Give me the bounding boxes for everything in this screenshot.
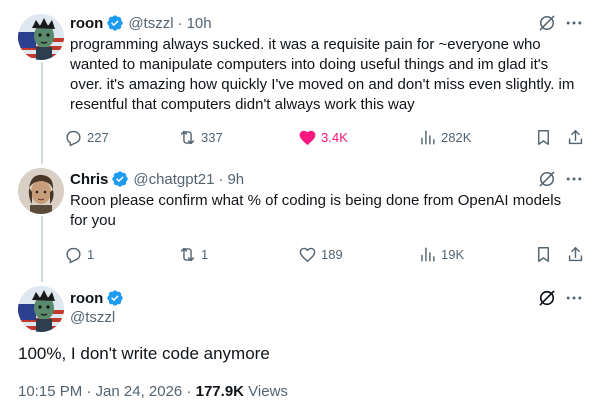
more-icon[interactable]	[564, 288, 584, 308]
tweet-timestamp[interactable]: 10h	[187, 15, 212, 32]
grok-icon[interactable]	[537, 13, 557, 33]
separator-dot: ·	[218, 170, 224, 188]
user-handle[interactable]: @tszzl	[70, 308, 124, 328]
reply-button[interactable]: 227	[64, 126, 109, 148]
share-button[interactable]	[566, 126, 589, 148]
tweet-header: Chris @chatgpt21 · 9h	[70, 169, 244, 189]
tweet-header: roon @tszzl · 10h	[70, 13, 212, 33]
views-icon	[421, 246, 435, 262]
user-handle[interactable]: @tszzl	[128, 15, 173, 32]
reply-button[interactable]: 1	[64, 243, 94, 265]
display-name[interactable]: roon	[70, 290, 103, 307]
like-button[interactable]: 189	[298, 243, 343, 265]
thread-connector-line	[41, 62, 43, 164]
reply-icon	[66, 247, 81, 264]
views-count: 282K	[441, 129, 472, 145]
like-count: 189	[321, 246, 343, 262]
verified-badge-icon	[106, 14, 124, 32]
avatar[interactable]	[18, 168, 64, 214]
grok-icon[interactable]	[537, 169, 557, 189]
repost-icon	[180, 247, 195, 261]
avatar-roon-image	[18, 286, 64, 332]
thread-connector-line	[41, 216, 43, 282]
display-name[interactable]: Chris	[70, 171, 108, 188]
like-button[interactable]: 3.4K	[298, 126, 348, 148]
bookmark-button[interactable]	[534, 243, 557, 265]
views-button[interactable]: 282K	[418, 126, 471, 148]
bookmark-icon	[538, 246, 549, 262]
views-icon	[421, 129, 435, 145]
user-handle[interactable]: @chatgpt21	[133, 171, 214, 188]
repost-count: 337	[201, 129, 223, 145]
main-tweet-author: roon @tszzl	[70, 288, 124, 328]
main-tweet-text: 100%, I don't write code anymore	[18, 344, 270, 363]
like-icon	[299, 247, 316, 262]
like-count: 3.4K	[321, 129, 348, 145]
grok-icon[interactable]	[537, 288, 557, 308]
avatar[interactable]	[18, 14, 64, 60]
reply-count: 227	[87, 129, 109, 145]
tweet-actions: 227 337 3.4K 282K	[64, 126, 594, 148]
views-button[interactable]: 19K	[418, 243, 464, 265]
share-icon	[568, 129, 583, 144]
display-name[interactable]: roon	[70, 15, 103, 32]
verified-badge-icon	[106, 289, 124, 307]
main-tweet-timestamp[interactable]: 10:15 PM · Jan 24, 2026	[18, 383, 182, 400]
more-icon[interactable]	[564, 169, 584, 189]
repost-button[interactable]: 337	[178, 126, 223, 148]
more-icon[interactable]	[564, 13, 584, 33]
share-icon	[568, 246, 583, 261]
tweet-actions: 1 1 189 19K	[64, 243, 594, 265]
repost-icon	[180, 130, 195, 144]
tweet-text: programming always sucked. it was a requ…	[70, 36, 575, 113]
like-icon	[299, 130, 316, 145]
share-button[interactable]	[566, 243, 589, 265]
views-label: Views	[248, 383, 288, 400]
repost-count: 1	[201, 246, 209, 262]
avatar-roon-image	[18, 14, 64, 60]
reply-icon	[66, 130, 81, 147]
main-view-count: 177.9K	[195, 383, 244, 400]
reply-count: 1	[87, 246, 95, 262]
separator-dot: ·	[186, 383, 192, 400]
verified-badge-icon	[111, 170, 129, 188]
separator-dot: ·	[177, 14, 183, 32]
views-count: 19K	[441, 246, 465, 262]
tweet-metadata: 10:15 PM · Jan 24, 2026 · 177.9K Views	[18, 382, 288, 402]
bookmark-button[interactable]	[534, 126, 557, 148]
avatar[interactable]	[18, 286, 64, 332]
avatar-chris-image	[18, 168, 64, 214]
tweet-timestamp[interactable]: 9h	[227, 171, 244, 188]
tweet-text: Roon please confirm what % of coding is …	[70, 192, 562, 229]
main-name-row: roon	[70, 288, 124, 308]
repost-button[interactable]: 1	[178, 243, 208, 265]
bookmark-icon	[538, 129, 549, 145]
